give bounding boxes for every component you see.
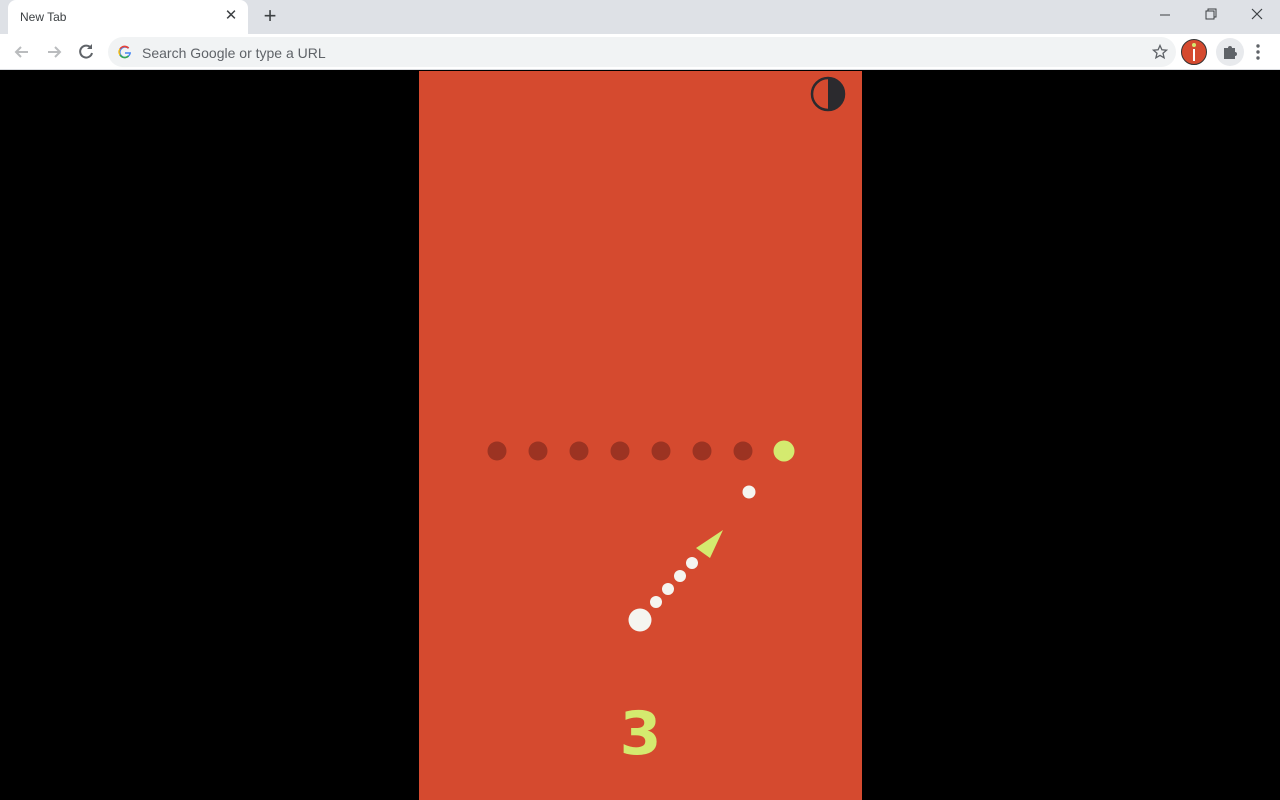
close-window-icon[interactable] (1234, 0, 1280, 30)
target-dot (569, 441, 589, 461)
projectile-ball (742, 485, 756, 499)
browser-titlebar: New Tab ✕ + (0, 0, 1280, 34)
game-canvas[interactable]: 3 (419, 71, 862, 800)
aim-arrow-icon (696, 530, 723, 558)
omnibox[interactable]: Search Google or type a URL (108, 37, 1176, 67)
target-dot (692, 441, 712, 461)
score-counter: 3 (619, 699, 662, 769)
theme-toggle-icon[interactable] (809, 75, 847, 113)
launcher-ball (628, 608, 652, 632)
reload-icon[interactable] (72, 38, 100, 66)
target-dot (651, 441, 671, 461)
restore-icon[interactable] (1188, 0, 1234, 30)
minimize-icon[interactable] (1142, 0, 1188, 30)
aim-dot (650, 596, 662, 608)
aim-dot (686, 557, 698, 569)
aim-dot (662, 583, 674, 595)
target-row (487, 440, 795, 462)
target-dot-active (773, 440, 795, 462)
forward-arrow-icon[interactable] (40, 38, 68, 66)
browser-toolbar: Search Google or type a URL (0, 34, 1280, 70)
extensions-puzzle-icon[interactable] (1216, 38, 1244, 66)
target-dot (528, 441, 548, 461)
new-tab-button[interactable]: + (258, 4, 282, 28)
aim-dot (674, 570, 686, 582)
google-g-icon (118, 45, 131, 59)
bookmark-star-icon[interactable] (1152, 44, 1168, 60)
tab-title: New Tab (20, 10, 67, 24)
omnibox-placeholder: Search Google or type a URL (142, 45, 326, 61)
profile-avatar[interactable] (1181, 39, 1207, 65)
target-dot (487, 441, 507, 461)
tab-new-tab[interactable]: New Tab ✕ (8, 0, 248, 34)
back-arrow-icon[interactable] (8, 38, 36, 66)
tab-close-icon[interactable]: ✕ (222, 7, 240, 25)
target-dot (610, 441, 630, 461)
menu-kebab-icon[interactable] (1250, 40, 1266, 64)
game-scene (487, 440, 795, 632)
target-dot (733, 441, 753, 461)
